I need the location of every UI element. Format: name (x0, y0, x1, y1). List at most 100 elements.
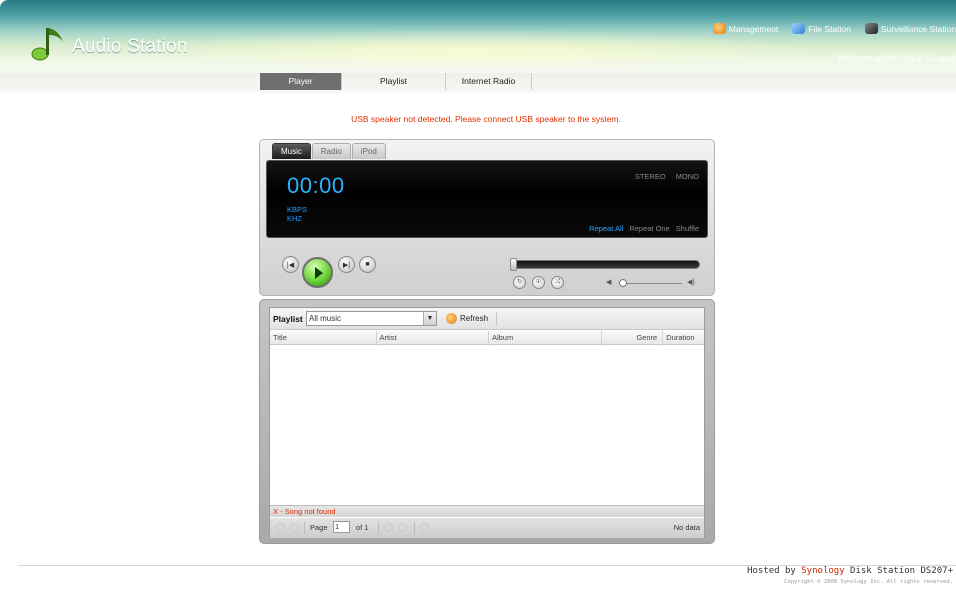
music-note-logo-icon (31, 28, 63, 61)
main-tabs: Player Playlist Internet Radio (260, 73, 532, 90)
divider (378, 522, 379, 534)
management-link-label: Management (728, 23, 779, 34)
usb-warning: USB speaker not detected. Please connect… (351, 114, 621, 124)
column-album[interactable]: Album (489, 331, 603, 345)
playlist-status: X - Song not found (270, 505, 704, 517)
management-link[interactable]: Management (712, 23, 779, 34)
player-display: 00:00 KBPS KHZ STEREO MONO Repeat All Re… (266, 160, 708, 238)
repeat-one-toggle[interactable]: Repeat One (629, 224, 669, 233)
seek-bar[interactable] (510, 258, 700, 271)
logout-link[interactable]: Logout (930, 53, 956, 63)
help-link[interactable]: Help (906, 53, 923, 63)
no-data-label: No data (673, 523, 700, 532)
playlist-selected-value: All music (309, 314, 342, 323)
stereo-indicator: STEREO (634, 172, 666, 181)
shuffle-button[interactable]: ⤮ (551, 276, 564, 289)
playlist-select[interactable]: All music ▼ (306, 311, 437, 326)
volume-handle[interactable] (619, 279, 627, 287)
playlist-grid: Playlist All music ▼ Refresh Title Artis… (269, 307, 705, 538)
seek-handle[interactable] (510, 258, 517, 271)
file-station-icon (792, 23, 806, 34)
player-source-tabs: Music Radio iPod (272, 143, 387, 159)
player-panel: Music Radio iPod 00:00 KBPS KHZ STEREO M… (259, 139, 715, 296)
next-page-icon[interactable] (384, 523, 393, 532)
hosted-by: Hosted by Synology Disk Station DS207+ (747, 566, 953, 576)
column-artist[interactable]: Artist (377, 331, 489, 345)
tab-playlist[interactable]: Playlist (342, 73, 446, 90)
khz-label: KHZ (287, 214, 302, 223)
divider (414, 522, 415, 534)
playlist-panel: Playlist All music ▼ Refresh Title Artis… (259, 299, 715, 544)
column-duration[interactable]: Duration (663, 331, 704, 345)
repeat-all-toggle[interactable]: Repeat All (589, 224, 623, 233)
previous-track-button[interactable]: |◀ (282, 256, 299, 273)
refresh-button[interactable]: Refresh (446, 313, 488, 324)
next-icon: ▶| (342, 261, 351, 269)
stop-button[interactable]: ■ (359, 256, 376, 273)
play-button[interactable] (302, 257, 333, 288)
tab-music[interactable]: Music (272, 143, 311, 159)
page-count: of 1 (356, 523, 369, 532)
column-genre[interactable]: Genre (602, 331, 664, 345)
repeat-icon: ↻ (516, 279, 523, 285)
shuffle-icon: ⤮ (555, 279, 560, 285)
divider (304, 522, 305, 534)
volume-slider[interactable]: ◀ ◀) (606, 278, 701, 288)
welcome-text: Welcome admin (837, 53, 899, 63)
playlist-toolbar: Playlist All music ▼ Refresh (270, 308, 704, 330)
next-track-button[interactable]: ▶| (338, 256, 355, 273)
hosted-prefix: Hosted by (747, 566, 796, 576)
pagination-bar: Page 1 of 1 No data (270, 518, 704, 538)
tab-radio[interactable]: Radio (311, 143, 351, 159)
volume-track (622, 283, 682, 284)
surveillance-station-link[interactable]: Surveillance Station (864, 23, 956, 34)
last-page-icon[interactable] (398, 523, 407, 532)
play-mode: Repeat All Repeat One Shuffle (589, 224, 699, 233)
copyright: Copyright © 2008 Synology Inc. All right… (784, 579, 953, 585)
first-page-icon[interactable] (276, 523, 285, 532)
surveillance-station-link-label: Surveillance Station (880, 23, 956, 34)
chevron-down-icon: ▼ (423, 312, 436, 325)
previous-page-icon[interactable] (290, 523, 299, 532)
page-label: Page (310, 523, 328, 532)
column-title[interactable]: Title (270, 331, 377, 345)
page-number-input[interactable]: 1 (333, 521, 350, 533)
separator: | (900, 53, 904, 63)
toolbar-divider (496, 312, 497, 326)
surveillance-icon (864, 23, 878, 34)
repeat-one-button[interactable]: ① (532, 276, 545, 289)
app-header: Audio Station Management File Station Su… (0, 0, 956, 73)
elapsed-time: 00:00 (287, 173, 345, 198)
file-station-link-label: File Station (808, 23, 851, 34)
synology-link[interactable]: Synology (801, 566, 844, 576)
tab-ipod[interactable]: iPod (351, 143, 386, 159)
reload-icon[interactable] (420, 523, 429, 532)
kbps-label: KBPS (287, 205, 308, 214)
previous-icon: |◀ (286, 261, 295, 269)
repeat-button[interactable]: ↻ (513, 276, 526, 289)
welcome-bar: Welcome admin | Help | Logout (838, 53, 956, 63)
management-icon (712, 23, 726, 34)
top-links: Management File Station Surveillance Sta… (712, 23, 956, 34)
volume-low-icon: ◀ (606, 279, 612, 286)
bitrate-info: KBPS KHZ (287, 205, 307, 223)
channel-mode: STEREO MONO (635, 172, 699, 181)
header-glow (120, 30, 820, 70)
mono-indicator: MONO (675, 172, 699, 181)
playlist-label: Playlist (273, 314, 303, 324)
file-station-link[interactable]: File Station (792, 23, 851, 34)
playlist-table-header: Title Artist Album Genre Duration (270, 331, 704, 345)
refresh-icon (446, 313, 457, 324)
play-icon (315, 266, 323, 279)
shuffle-toggle[interactable]: Shuffle (676, 224, 699, 233)
repeat-one-icon: ① (535, 279, 542, 285)
app-title: Audio Station (72, 36, 188, 57)
tab-player[interactable]: Player (260, 73, 342, 90)
player-controls: |◀ ▶| ■ ↻ ① ⤮ ◀ ◀) (266, 244, 708, 292)
product-name: Disk Station DS207+ (850, 566, 953, 576)
tab-internet-radio[interactable]: Internet Radio (446, 73, 532, 90)
separator: | (925, 53, 928, 63)
volume-high-icon: ◀) (687, 279, 695, 286)
refresh-label: Refresh (460, 314, 489, 323)
stop-icon: ■ (365, 261, 370, 268)
